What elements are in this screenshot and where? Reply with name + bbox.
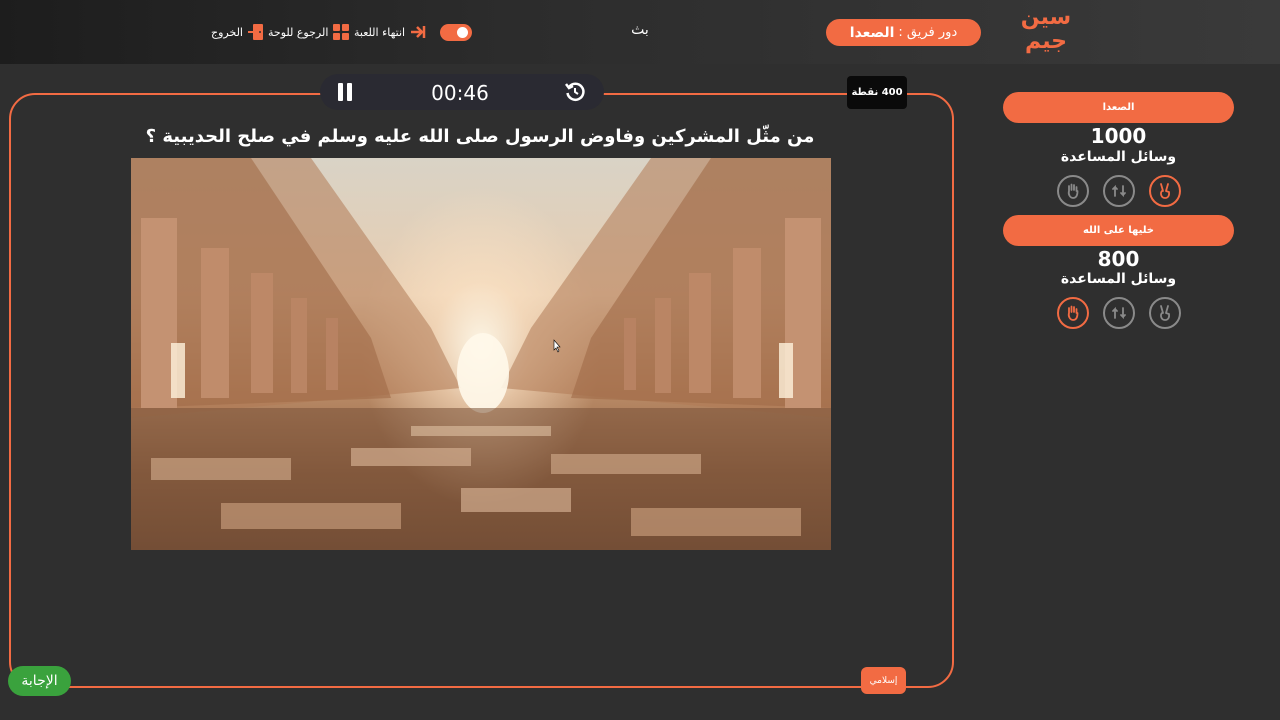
team-2-score: 800 xyxy=(1097,247,1140,271)
category-badge: إسلامي xyxy=(861,667,906,694)
exit-button[interactable]: الخروج xyxy=(211,22,265,42)
team-2-swap-button[interactable] xyxy=(1103,297,1135,329)
victory-hand-icon xyxy=(1160,183,1171,199)
back-to-board-label: الرجوع للوحة xyxy=(268,25,329,39)
swap-arrows-icon xyxy=(1112,184,1126,198)
app-logo-text: سين جيم xyxy=(1020,5,1072,54)
game-toggle-switch[interactable] xyxy=(440,24,472,41)
end-game-label: انتهاء اللعبة xyxy=(354,25,406,39)
turn-team-name: الصعدا xyxy=(849,24,895,41)
hand-stop-icon xyxy=(1067,305,1079,321)
reset-timer-icon[interactable] xyxy=(564,81,586,103)
mouse-cursor-icon xyxy=(553,339,561,353)
arched-hall-illustration xyxy=(131,158,831,550)
team-2-stop-hand-button[interactable] xyxy=(1057,297,1089,329)
turn-label: دور فريق : xyxy=(898,25,958,40)
team-1-double-points-button[interactable] xyxy=(1149,175,1181,207)
team-2-double-points-button[interactable] xyxy=(1149,297,1181,329)
toggle-knob xyxy=(457,27,468,38)
door-exit-icon xyxy=(248,24,263,40)
question-text: من مثّل المشركين وفاوض الرسول صلى الله ع… xyxy=(145,126,815,147)
points-badge: 400 نقطة xyxy=(847,76,907,109)
pause-icon[interactable] xyxy=(336,83,354,101)
timer-display: 00:46 xyxy=(431,81,489,105)
question-image xyxy=(131,158,831,550)
hand-stop-icon xyxy=(1067,183,1079,199)
victory-hand-icon xyxy=(1160,305,1171,321)
team-2-help-label: وسائل المساعدة xyxy=(1060,271,1177,287)
app-logo: سين جيم xyxy=(1020,6,1072,58)
end-game-button[interactable]: انتهاء اللعبة xyxy=(354,22,427,42)
grid-icon xyxy=(333,24,350,40)
header-center-text: بث xyxy=(631,22,649,38)
show-answer-button[interactable]: الإجابة xyxy=(8,666,71,696)
team-1-stop-hand-button[interactable] xyxy=(1057,175,1089,207)
team-1-swap-button[interactable] xyxy=(1103,175,1135,207)
team-1-name: الصعدا xyxy=(1003,92,1234,123)
swap-arrows-icon xyxy=(1112,306,1126,320)
current-turn-pill: دور فريق : الصعدا xyxy=(826,19,981,46)
top-header: سين جيم دور فريق : الصعدا بث انتهاء اللع… xyxy=(0,0,1280,64)
team-1-help-label: وسائل المساعدة xyxy=(1060,149,1177,165)
exit-label: الخروج xyxy=(211,25,243,39)
team-2-name: خليها على الله xyxy=(1003,215,1234,246)
team-1-score: 1000 xyxy=(1090,124,1147,148)
timer-bar: 00:46 xyxy=(320,74,604,110)
back-to-board-button[interactable]: الرجوع للوحة xyxy=(268,22,350,42)
arrow-to-line-icon xyxy=(411,26,426,38)
